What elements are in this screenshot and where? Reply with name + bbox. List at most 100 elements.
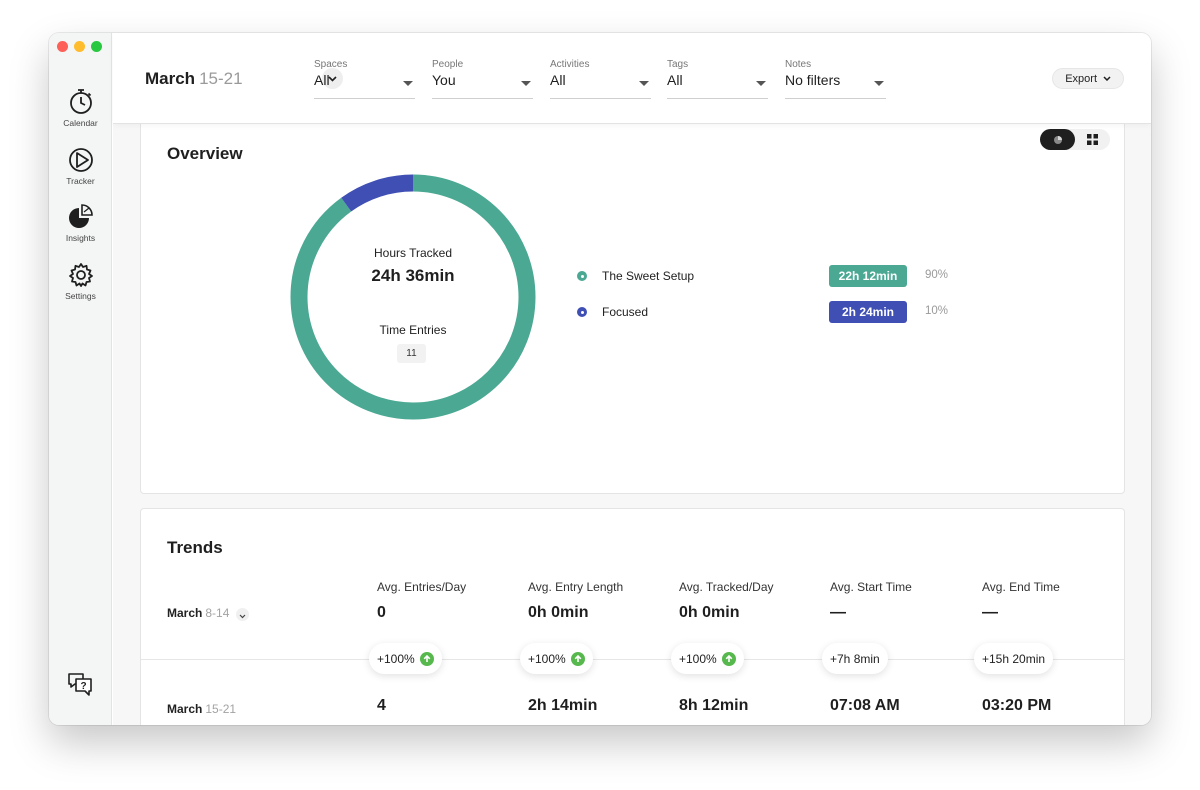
overview-title: Overview (167, 144, 243, 163)
legend-name: The Sweet Setup (602, 269, 695, 283)
change-badge: +15h 20min (974, 643, 1054, 674)
trend-value: 07:08 AM (830, 697, 900, 714)
export-label: Export (1065, 72, 1097, 85)
sidebar-item-label: Calendar (63, 118, 98, 128)
trend-column-header: Avg. Entries/Day (377, 580, 467, 594)
trend-value: 0h 0min (679, 604, 740, 621)
view-toggle (1040, 129, 1110, 150)
date-month: March (145, 69, 196, 88)
top-bar: March 15-21 Spaces All People You Activit… (113, 33, 1151, 124)
legend-name: Focused (602, 305, 649, 319)
trend-column-header: Avg. Start Time (830, 580, 912, 594)
sidebar-item-insights[interactable]: Insights (49, 204, 112, 243)
time-entries-label: Time Entries (379, 323, 447, 337)
date-range: March 15-21 (145, 69, 243, 89)
minimize-window-button[interactable] (74, 41, 85, 52)
filter-value: All (550, 72, 566, 88)
export-button[interactable]: Export (1052, 68, 1124, 89)
sidebar-item-label: Insights (65, 233, 96, 243)
donut-view-icon (1053, 135, 1062, 144)
caret-down-icon (639, 81, 649, 86)
change-value: +7h 8min (830, 651, 880, 666)
svg-text:?: ? (80, 681, 86, 692)
caret-down-icon (756, 81, 766, 86)
time-entries-count: 11 (397, 344, 426, 363)
change-value: +15h 20min (982, 651, 1046, 666)
window-controls (57, 41, 102, 52)
legend-item-focused[interactable]: Focused 2h 24min 10% (577, 301, 997, 323)
current-week-label: March 15-21 (167, 702, 236, 716)
week-range: 15-21 (205, 702, 237, 716)
change-badge: +7h 8min (822, 643, 888, 674)
sidebar-item-calendar[interactable]: Calendar (49, 88, 112, 128)
week-range: 8-14 (205, 606, 230, 620)
filter-spaces[interactable]: Spaces All (314, 59, 415, 99)
filter-value: You (432, 72, 456, 88)
donut-center: Hours Tracked 24h 36min Time Entries 11 (290, 174, 536, 420)
space-dot-icon (577, 271, 587, 281)
legend-time-badge: 22h 12min (829, 265, 907, 287)
sidebar-item-tracker[interactable]: Tracker (49, 147, 112, 186)
main-content[interactable]: Overview Hours Tracked 24h 36min Time En… (113, 124, 1151, 725)
help-button[interactable]: ? (66, 671, 94, 703)
filter-value: All (667, 72, 683, 88)
grid-view-button[interactable] (1075, 129, 1110, 150)
legend-percent: 10% (925, 305, 949, 317)
space-dot-icon (577, 307, 587, 317)
change-value: +100% (528, 651, 566, 666)
week-month: March (167, 702, 203, 716)
change-badge: +100% (520, 643, 593, 674)
hours-tracked-label: Hours Tracked (373, 246, 453, 260)
trend-column-header: Avg. End Time (982, 580, 1060, 594)
trend-column-header: Avg. Entry Length (528, 580, 624, 594)
sidebar: Calendar Tracker Insights Settings ? (49, 33, 112, 725)
change-badge: +100% (369, 643, 442, 674)
filter-tags[interactable]: Tags All (667, 59, 768, 99)
arrow-up-icon (721, 651, 736, 666)
sidebar-item-label: Tracker (66, 176, 95, 186)
trend-value: 0h 0min (528, 604, 589, 621)
caret-down-icon (403, 81, 413, 86)
grid-icon (1087, 134, 1098, 145)
trend-value: 03:20 PM (982, 697, 1052, 714)
arrow-up-icon (570, 651, 585, 666)
play-icon (68, 148, 93, 172)
donut-view-button[interactable] (1040, 129, 1075, 150)
filter-label: Spaces (314, 59, 348, 70)
zoom-window-button[interactable] (91, 41, 102, 52)
trends-card: Trends Avg. Entries/Day Avg. Entry Lengt… (140, 508, 1125, 725)
trends-title: Trends (167, 538, 223, 557)
chevron-down-icon (1103, 76, 1111, 81)
week-month: March (167, 606, 203, 620)
gear-icon (68, 263, 93, 287)
trend-value: 8h 12min (679, 697, 749, 714)
previous-week-selector[interactable]: March 8-14 (167, 606, 249, 621)
stopwatch-icon (69, 89, 92, 114)
trend-value: — (830, 604, 846, 621)
change-value: +100% (679, 651, 717, 666)
date-range-days: 15-21 (199, 69, 243, 88)
trend-value: 0 (377, 604, 386, 621)
filter-label: Notes (785, 59, 812, 70)
filter-label: Activities (550, 59, 590, 70)
help-chat-icon: ? (68, 673, 92, 696)
legend-item-the-sweet-setup[interactable]: The Sweet Setup 22h 12min 90% (577, 265, 997, 287)
filter-notes[interactable]: Notes No filters (785, 59, 886, 99)
hours-tracked-value: 24h 36min (371, 266, 455, 285)
trend-value: 2h 14min (528, 697, 598, 714)
filter-label: Tags (667, 59, 689, 70)
sidebar-item-settings[interactable]: Settings (49, 262, 112, 301)
app-window: Calendar Tracker Insights Settings ? Mar… (49, 33, 1151, 725)
filter-people[interactable]: People You (432, 59, 533, 99)
filter-value: All (314, 72, 330, 88)
legend-percent: 90% (925, 269, 949, 281)
sidebar-item-label: Settings (65, 291, 96, 301)
trend-value: — (982, 604, 998, 621)
arrow-up-icon (419, 651, 434, 666)
change-value: +100% (377, 651, 415, 666)
trend-value: 4 (377, 697, 386, 714)
filter-activities[interactable]: Activities All (550, 59, 651, 99)
filter-value: No filters (785, 72, 841, 88)
close-window-button[interactable] (57, 41, 68, 52)
trend-column-header: Avg. Tracked/Day (679, 580, 774, 594)
